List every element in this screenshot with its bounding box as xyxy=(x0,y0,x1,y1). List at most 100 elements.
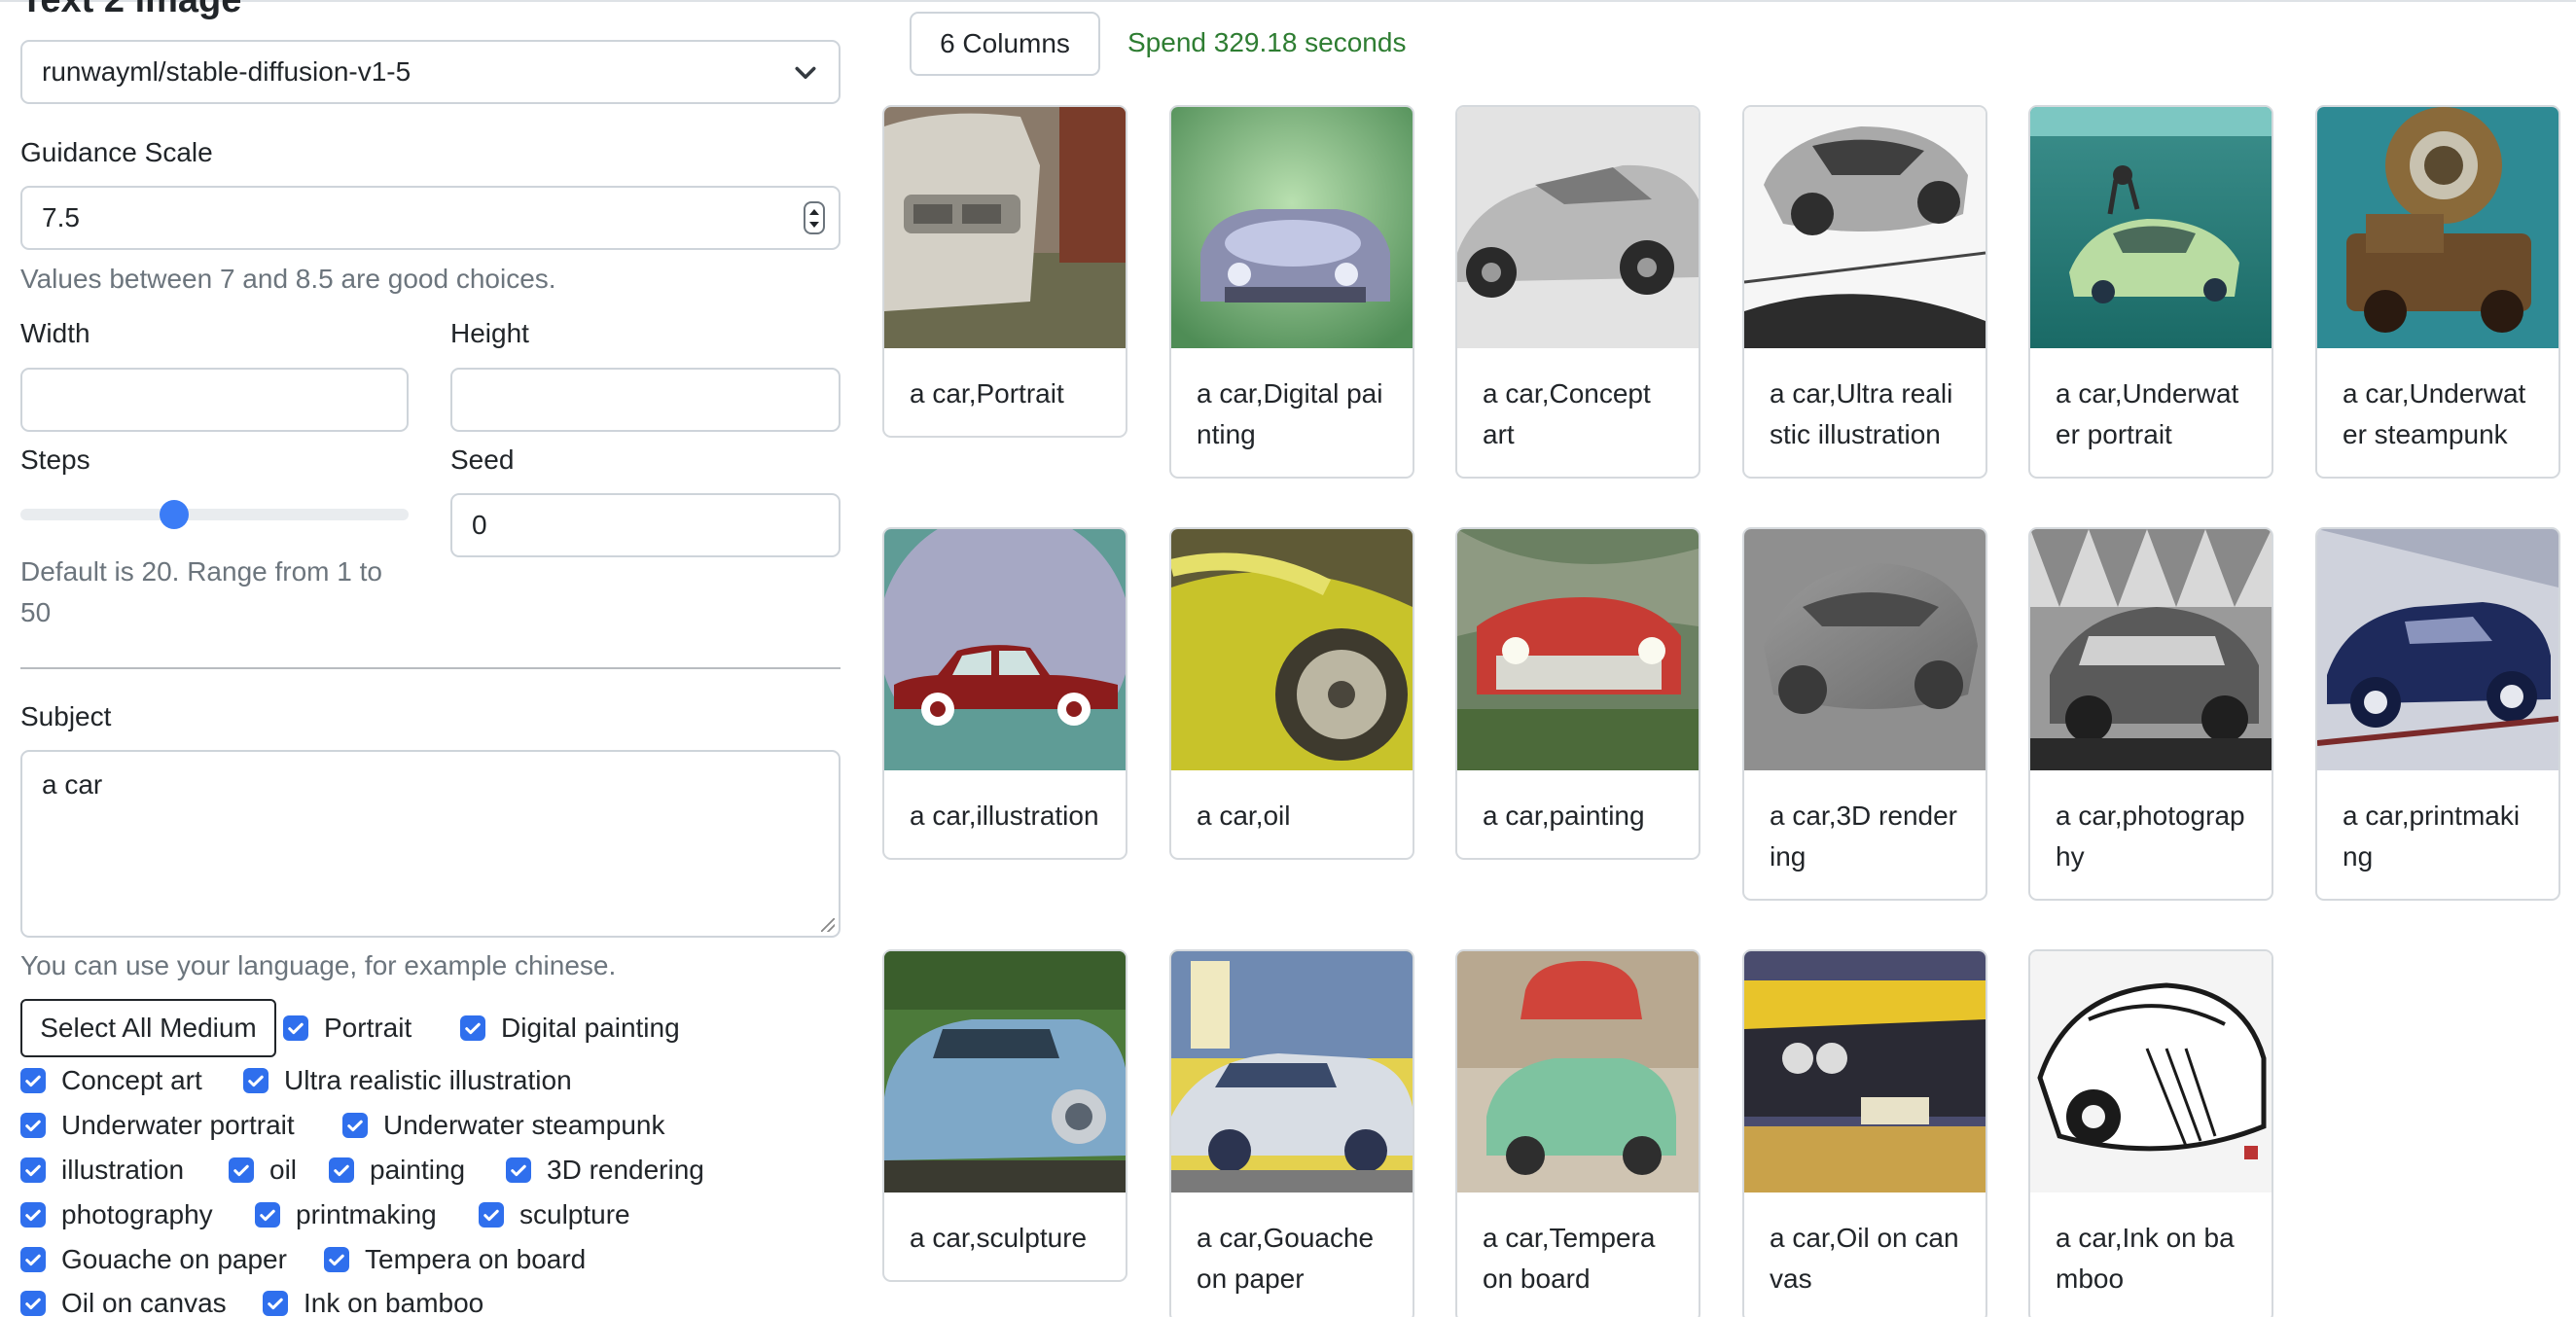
checkbox-checked-icon[interactable] xyxy=(342,1113,368,1138)
gallery-card[interactable]: a car,Oil on canvas xyxy=(1742,949,1987,1317)
medium-checkbox-sculpture[interactable]: sculpture xyxy=(479,1199,630,1230)
gallery-card-caption: a car,painting xyxy=(1483,801,1645,831)
number-spinner-icon[interactable] xyxy=(804,201,825,234)
gallery-card[interactable]: a car,Gouache on paper xyxy=(1169,949,1414,1317)
seed-input[interactable]: 0 xyxy=(450,493,841,557)
medium-checkbox-painting[interactable]: painting xyxy=(329,1155,465,1186)
checkbox-checked-icon[interactable] xyxy=(20,1202,46,1228)
gallery-card[interactable]: a car,Underwater steampunk xyxy=(2315,105,2560,479)
gallery-card-caption: a car,Digital painting xyxy=(1197,378,1383,449)
generated-image[interactable] xyxy=(2317,529,2558,770)
checkbox-checked-icon[interactable] xyxy=(20,1068,46,1093)
height-input[interactable] xyxy=(450,368,841,432)
steps-help: Default is 20. Range from 1 to 50 xyxy=(20,556,382,627)
generated-image[interactable] xyxy=(1457,107,1699,348)
resize-handle-icon[interactable] xyxy=(821,918,835,932)
medium-checkbox-label: printmaking xyxy=(296,1199,437,1229)
gallery-card[interactable]: a car,sculpture xyxy=(882,949,1127,1282)
guidance-scale-input[interactable]: 7.5 xyxy=(20,186,841,250)
medium-checkbox-3d-rendering[interactable]: 3D rendering xyxy=(506,1155,704,1186)
medium-checkbox-oil-on-canvas[interactable]: Oil on canvas xyxy=(20,1288,227,1317)
section-divider xyxy=(20,667,841,669)
gallery-card[interactable]: a car,3D rendering xyxy=(1742,527,1987,901)
checkbox-checked-icon[interactable] xyxy=(20,1247,46,1272)
medium-checkbox-underwater-steampunk[interactable]: Underwater steampunk xyxy=(342,1110,664,1141)
generated-image[interactable] xyxy=(884,529,1126,770)
checkbox-checked-icon[interactable] xyxy=(479,1202,504,1228)
medium-checkbox-printmaking[interactable]: printmaking xyxy=(255,1199,437,1230)
model-select[interactable]: runwayml/stable-diffusion-v1-5 xyxy=(20,40,841,104)
gallery-card[interactable]: a car,oil xyxy=(1169,527,1414,860)
gallery-card-caption: a car,Gouache on paper xyxy=(1197,1223,1375,1294)
guidance-scale-help: Values between 7 and 8.5 are good choice… xyxy=(20,264,556,294)
gallery-card-caption: a car,printmaking xyxy=(2343,801,2521,872)
gallery-card-caption: a car,Underwater portrait xyxy=(2056,378,2239,449)
medium-checkbox-oil[interactable]: oil xyxy=(229,1155,297,1186)
medium-checkbox-gouache-on-paper[interactable]: Gouache on paper xyxy=(20,1244,287,1275)
gallery-card-caption: a car,Ink on bamboo xyxy=(2056,1223,2235,1294)
medium-checkbox-tempera-on-board[interactable]: Tempera on board xyxy=(324,1244,586,1275)
medium-checkbox-photography[interactable]: photography xyxy=(20,1199,213,1230)
medium-checkbox-concept-art[interactable]: Concept art xyxy=(20,1065,202,1096)
medium-checkbox-illustration[interactable]: illustration xyxy=(20,1155,184,1186)
medium-checkbox-label: photography xyxy=(61,1199,213,1229)
select-all-medium-button[interactable]: Select All Medium xyxy=(20,999,276,1057)
generated-image[interactable] xyxy=(2030,529,2272,770)
checkbox-checked-icon[interactable] xyxy=(20,1157,46,1183)
width-input[interactable] xyxy=(20,368,409,432)
gallery-card-caption: a car,Tempera on board xyxy=(1483,1223,1656,1294)
generated-image[interactable] xyxy=(884,951,1126,1192)
generated-image[interactable] xyxy=(1744,107,1986,348)
steps-slider-thumb[interactable] xyxy=(160,500,189,529)
generated-image[interactable] xyxy=(1171,951,1413,1192)
gallery-card[interactable]: a car,Portrait xyxy=(882,105,1127,438)
medium-checkbox-label: Underwater steampunk xyxy=(383,1110,665,1140)
gallery-card[interactable]: a car,Underwater portrait xyxy=(2028,105,2273,479)
checkbox-checked-icon[interactable] xyxy=(283,1015,308,1041)
generated-image[interactable] xyxy=(2030,107,2272,348)
guidance-scale-value: 7.5 xyxy=(42,202,80,232)
checkbox-checked-icon[interactable] xyxy=(460,1015,485,1041)
checkbox-checked-icon[interactable] xyxy=(329,1157,354,1183)
generated-image[interactable] xyxy=(1457,951,1699,1192)
gallery-card[interactable]: a car,Tempera on board xyxy=(1455,949,1700,1317)
gallery-card[interactable]: a car,illustration xyxy=(882,527,1127,860)
generated-image[interactable] xyxy=(1171,529,1413,770)
medium-checkbox-digital-painting[interactable]: Digital painting xyxy=(460,1013,680,1044)
checkbox-checked-icon[interactable] xyxy=(229,1157,254,1183)
checkbox-checked-icon[interactable] xyxy=(20,1291,46,1316)
checkbox-checked-icon[interactable] xyxy=(506,1157,531,1183)
gallery-card-caption: a car,photography xyxy=(2056,801,2245,872)
subject-textarea[interactable]: a car xyxy=(20,750,841,938)
gallery-card[interactable]: a car,Digital painting xyxy=(1169,105,1414,479)
height-label: Height xyxy=(450,318,529,348)
generated-image[interactable] xyxy=(1744,529,1986,770)
medium-checkbox-ultra-realistic-illustration[interactable]: Ultra realistic illustration xyxy=(243,1065,572,1096)
gallery-card[interactable]: a car,photography xyxy=(2028,527,2273,901)
medium-checkbox-portrait[interactable]: Portrait xyxy=(283,1013,411,1044)
top-divider xyxy=(0,0,2576,2)
medium-checkbox-ink-on-bamboo[interactable]: Ink on bamboo xyxy=(263,1288,483,1317)
medium-checkbox-label: Digital painting xyxy=(501,1013,680,1043)
generated-image[interactable] xyxy=(1171,107,1413,348)
checkbox-checked-icon[interactable] xyxy=(243,1068,268,1093)
gallery-card-caption: a car,Oil on canvas xyxy=(1770,1223,1959,1294)
checkbox-checked-icon[interactable] xyxy=(20,1113,46,1138)
medium-checkbox-label: Portrait xyxy=(324,1013,412,1043)
generated-image[interactable] xyxy=(1457,529,1699,770)
checkbox-checked-icon[interactable] xyxy=(263,1291,288,1316)
columns-button[interactable]: 6 Columns xyxy=(910,12,1100,76)
gallery-card[interactable]: a car,Ink on bamboo xyxy=(2028,949,2273,1317)
steps-slider-track[interactable] xyxy=(20,509,409,520)
generated-image[interactable] xyxy=(2317,107,2558,348)
checkbox-checked-icon[interactable] xyxy=(255,1202,280,1228)
generated-image[interactable] xyxy=(884,107,1126,348)
gallery-card[interactable]: a car,painting xyxy=(1455,527,1700,860)
generated-image[interactable] xyxy=(1744,951,1986,1192)
medium-checkbox-underwater-portrait[interactable]: Underwater portrait xyxy=(20,1110,295,1141)
gallery-card[interactable]: a car,printmaking xyxy=(2315,527,2560,901)
gallery-card[interactable]: a car,Concept art xyxy=(1455,105,1700,479)
gallery-card[interactable]: a car,Ultra realistic illustration xyxy=(1742,105,1987,479)
generated-image[interactable] xyxy=(2030,951,2272,1192)
checkbox-checked-icon[interactable] xyxy=(324,1247,349,1272)
